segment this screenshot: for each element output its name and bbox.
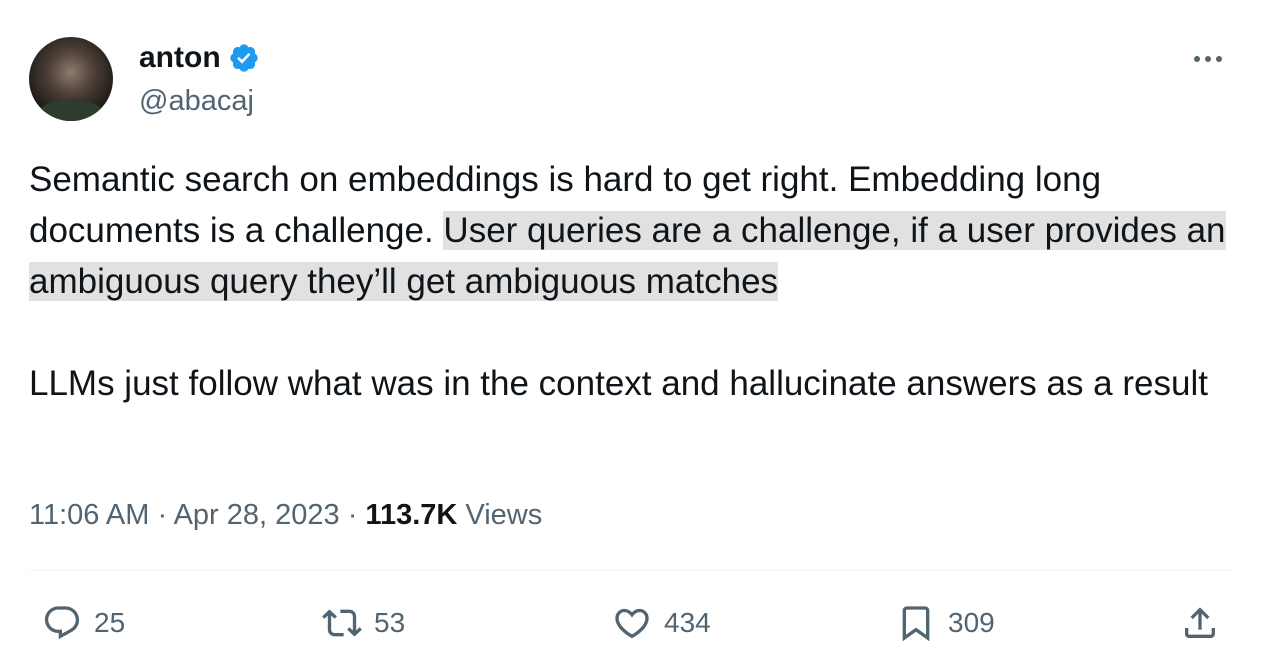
views-count: 113.7K <box>365 499 458 531</box>
author-handle[interactable]: @abacaj <box>139 82 254 120</box>
tweet-meta: 11:06 AM · Apr 28, 2023 · 113.7K Views <box>29 496 542 534</box>
avatar-shoulders <box>35 99 107 121</box>
bookmark-icon <box>902 606 930 642</box>
tweet-time[interactable]: 11:06 AM <box>29 499 149 531</box>
bookmark-button[interactable]: 309 <box>896 600 995 646</box>
action-bar: 25 53 434 309 <box>0 600 1261 646</box>
tweet-date[interactable]: Apr 28, 2023 <box>174 499 340 531</box>
retweet-count: 53 <box>374 607 406 638</box>
divider <box>29 570 1232 571</box>
author-name-row: anton <box>139 38 260 78</box>
views-label: Views <box>457 499 543 531</box>
more-options-button[interactable] <box>1194 44 1222 74</box>
reply-bubble-icon <box>44 606 80 640</box>
reply-button[interactable]: 25 <box>42 600 125 646</box>
heart-icon <box>615 608 649 639</box>
tweet-paragraph-1: Semantic search on embeddings is hard to… <box>29 154 1244 307</box>
tweet-paragraph-2: LLMs just follow what was in the context… <box>29 364 1208 403</box>
more-horizontal-icon <box>1205 56 1211 62</box>
more-horizontal-icon <box>1194 56 1200 62</box>
meta-separator: · <box>339 499 366 531</box>
author-display-name[interactable]: anton <box>139 38 221 78</box>
more-horizontal-icon <box>1216 56 1222 62</box>
share-icon <box>1185 607 1215 638</box>
retweet-icon <box>322 609 362 637</box>
like-count: 434 <box>664 607 711 638</box>
verified-badge-icon[interactable] <box>228 42 260 74</box>
share-button[interactable] <box>1180 600 1220 646</box>
avatar[interactable] <box>29 37 113 121</box>
meta-separator: · <box>149 499 174 531</box>
retweet-button[interactable]: 53 <box>322 600 405 646</box>
tweet-text: Semantic search on embeddings is hard to… <box>29 154 1244 409</box>
like-button[interactable]: 434 <box>612 600 711 646</box>
reply-count: 25 <box>94 607 126 638</box>
bookmark-count: 309 <box>948 607 995 638</box>
